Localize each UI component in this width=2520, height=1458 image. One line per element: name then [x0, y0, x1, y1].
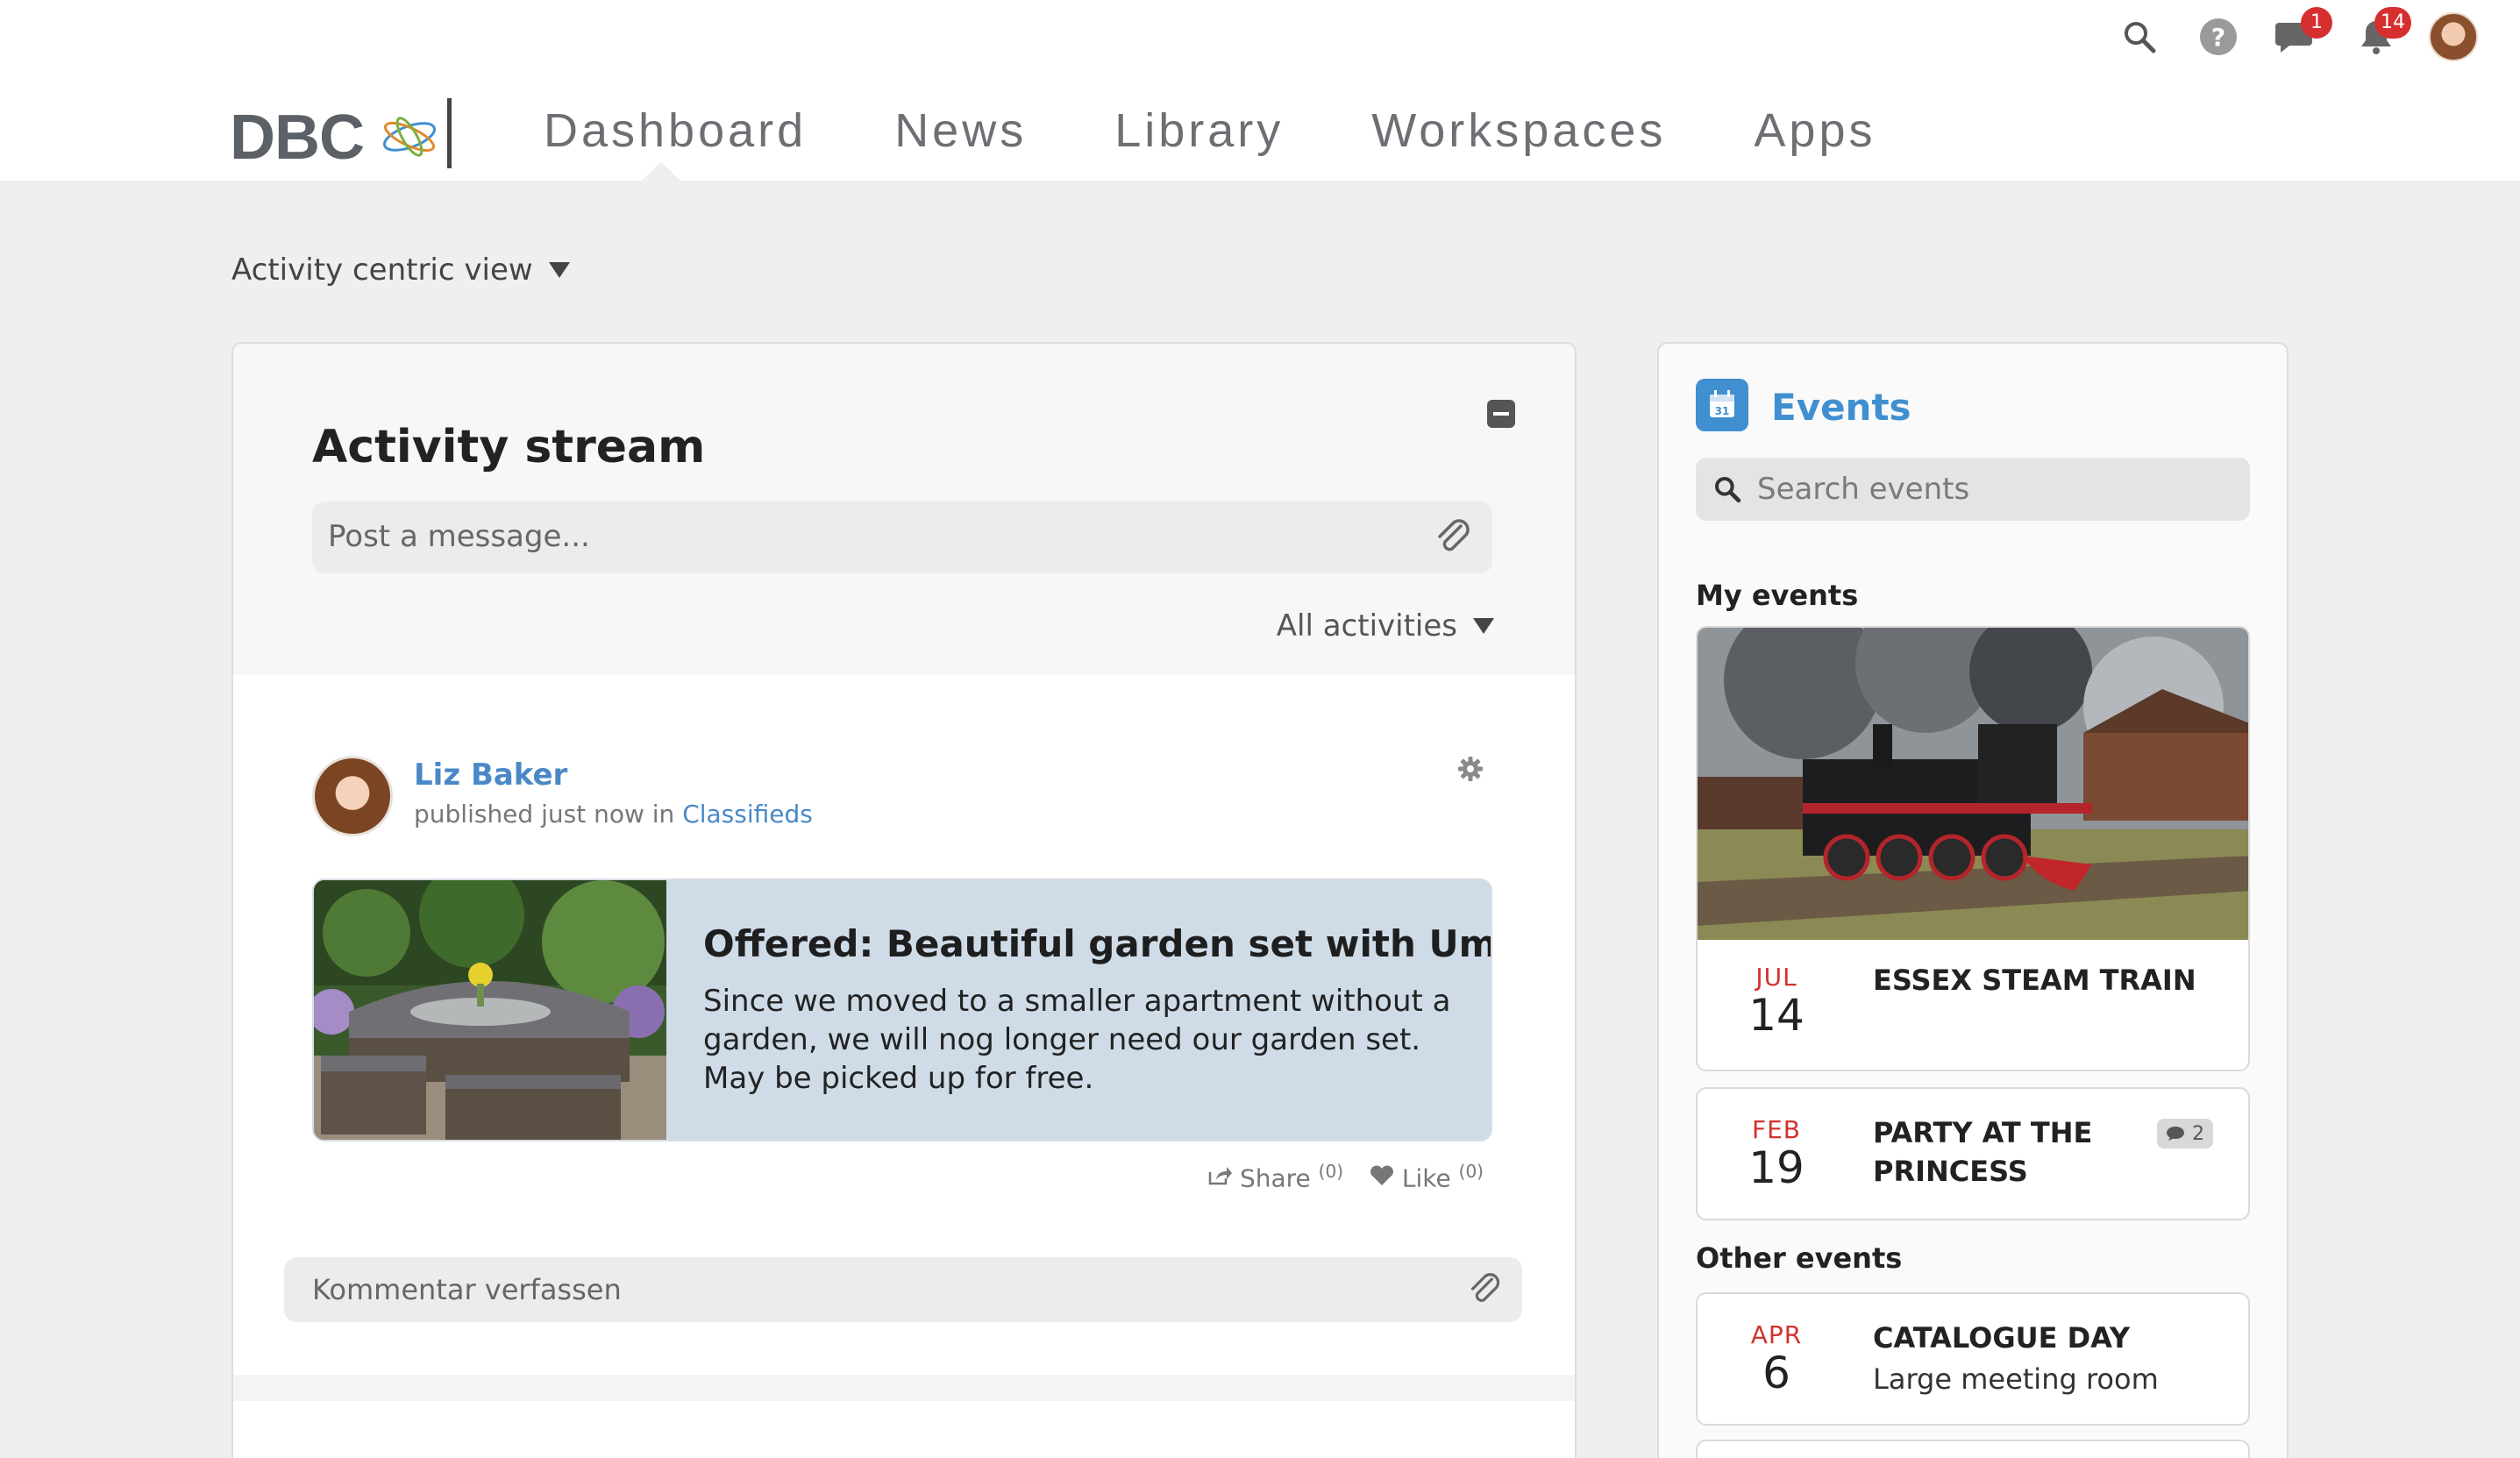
comment-count-badge[interactable]: 2	[2157, 1119, 2213, 1149]
post-meta-text: published just now in	[414, 800, 683, 829]
event-month: FEB	[1751, 1115, 1801, 1144]
activity-stream-panel: Activity stream Post a message... All ac…	[231, 342, 1577, 1458]
events-search-input[interactable]: Search events	[1696, 458, 2250, 521]
comment-icon	[2167, 1127, 2184, 1141]
event-day: 14	[1748, 990, 1805, 1041]
event-card-next[interactable]	[1696, 1440, 2250, 1458]
nav-news[interactable]: News	[894, 103, 1027, 158]
chat-badge: 1	[2301, 7, 2332, 39]
nav-workspaces[interactable]: Workspaces	[1371, 103, 1666, 158]
gear-icon[interactable]	[1457, 756, 1484, 782]
heart-icon	[1370, 1165, 1393, 1186]
event-month: JUL	[1755, 963, 1797, 992]
nav-apps[interactable]: Apps	[1754, 103, 1876, 158]
event-date: FEB 19	[1733, 1115, 1820, 1191]
like-count: (0)	[1458, 1161, 1484, 1182]
caret-down-icon	[548, 262, 570, 278]
event-title-line-2: PRINCESS	[1873, 1155, 2028, 1188]
attachment-icon[interactable]	[1434, 517, 1473, 558]
logo-swoosh-icon	[383, 117, 436, 157]
steam-train-image	[1698, 628, 2248, 940]
search-icon	[1715, 477, 1741, 503]
event-card-steam-train[interactable]: JUL 14 ESSEX STEAM TRAIN	[1696, 626, 2250, 1071]
notification-bell-icon[interactable]: 14	[2350, 7, 2411, 63]
nav-dashboard[interactable]: Dashboard	[544, 103, 807, 158]
event-day: 19	[1748, 1142, 1805, 1193]
activity-filter-label: All activities	[1276, 608, 1457, 644]
event-date: APR 6	[1733, 1320, 1820, 1397]
caret-down-icon	[1473, 618, 1494, 634]
calendar-day-text: 31	[1715, 405, 1730, 417]
other-events-heading: Other events	[1696, 1241, 1903, 1275]
logo-divider	[447, 98, 452, 168]
post-message-input[interactable]: Post a message...	[312, 501, 1492, 573]
top-bar: ? 1 14 DBC Dashboard News Library Worksp…	[0, 0, 2520, 181]
chat-icon[interactable]: 1	[2271, 7, 2332, 63]
activity-stream-title: Activity stream	[312, 421, 706, 473]
help-icon[interactable]: ?	[2192, 11, 2245, 63]
attachment-icon[interactable]	[1468, 1271, 1503, 1308]
event-card-catalogue-day[interactable]: APR 6 CATALOGUE DAY Large meeting room	[1696, 1292, 2250, 1426]
view-selector-label: Activity centric view	[231, 252, 533, 288]
events-search-placeholder: Search events	[1757, 472, 1970, 507]
nav-library[interactable]: Library	[1114, 103, 1284, 158]
like-action[interactable]: Like (0)	[1370, 1161, 1484, 1192]
comment-count: 2	[2192, 1122, 2204, 1145]
event-title: ESSEX STEAM TRAIN	[1873, 964, 2196, 997]
main-nav: Dashboard News Library Workspaces Apps	[544, 103, 1963, 158]
activity-filter[interactable]: All activities	[1277, 608, 1494, 644]
share-count: (0)	[1318, 1161, 1344, 1182]
activity-stream-header: Activity stream Post a message... All ac…	[233, 344, 1575, 675]
share-action[interactable]: Share (0)	[1207, 1161, 1343, 1192]
events-panel: 31 Events Search events My events JUL 14…	[1657, 342, 2289, 1458]
post-divider	[233, 1375, 1575, 1401]
event-card-party[interactable]: FEB 19 PARTY AT THE PRINCESS 2	[1696, 1087, 2250, 1220]
classified-title: Offered: Beautiful garden set with Umbre…	[703, 922, 1492, 965]
comment-input[interactable]: Kommentar verfassen	[284, 1257, 1522, 1322]
active-nav-indicator	[642, 161, 680, 181]
classified-card[interactable]: Offered: Beautiful garden set with Umbre…	[312, 878, 1492, 1142]
event-title: CATALOGUE DAY	[1873, 1321, 2131, 1355]
event-day: 6	[1762, 1348, 1790, 1398]
logo-text: DBC	[230, 103, 365, 173]
post-category-link[interactable]: Classifieds	[682, 800, 813, 829]
svg-text:?: ?	[2211, 23, 2225, 52]
garden-set-image	[314, 880, 666, 1140]
event-month: APR	[1750, 1320, 1803, 1349]
view-selector[interactable]: Activity centric view	[231, 252, 570, 288]
post-author[interactable]: Liz Baker	[414, 757, 567, 793]
search-icon[interactable]	[2113, 11, 2166, 63]
comment-placeholder: Kommentar verfassen	[312, 1273, 622, 1306]
events-title: Events	[1771, 386, 1911, 429]
event-location: Large meeting room	[1873, 1362, 2159, 1396]
post-message-placeholder: Post a message...	[328, 519, 590, 554]
calendar-icon: 31	[1696, 379, 1748, 431]
top-icons: ? 1 14	[2113, 7, 2478, 63]
dbc-logo[interactable]: DBC	[230, 95, 458, 173]
user-avatar[interactable]	[2429, 12, 2478, 61]
post-meta: published just now in Classifieds	[414, 800, 813, 829]
like-label: Like	[1401, 1163, 1451, 1193]
post-actions: Share (0) Like (0)	[1207, 1161, 1484, 1192]
classified-description: Since we moved to a smaller apartment wi…	[703, 984, 1451, 1096]
share-label: Share	[1239, 1163, 1311, 1193]
notification-badge: 14	[2374, 7, 2411, 39]
collapse-icon[interactable]	[1487, 400, 1515, 428]
author-avatar[interactable]	[312, 756, 393, 836]
event-date: JUL 14	[1733, 963, 1820, 1039]
share-icon	[1208, 1167, 1233, 1185]
event-title: PARTY AT THE PRINCESS	[1873, 1113, 2092, 1191]
event-title-line-1: PARTY AT THE	[1873, 1116, 2093, 1149]
my-events-heading: My events	[1696, 579, 1859, 612]
